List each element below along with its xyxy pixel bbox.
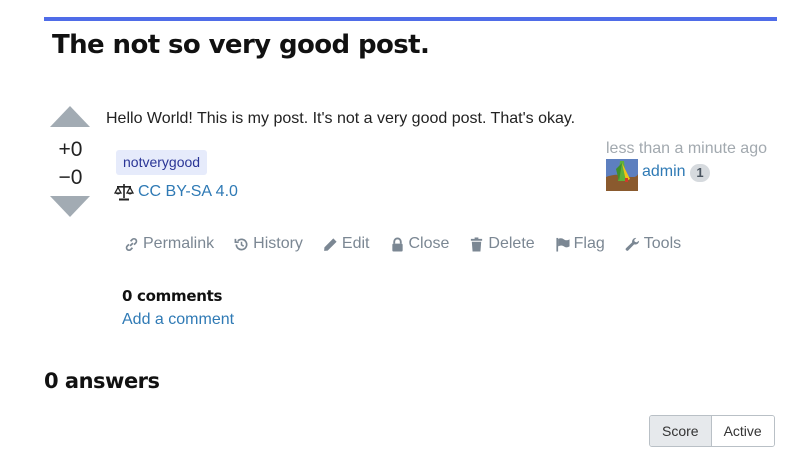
scale-balance-icon xyxy=(114,184,134,201)
license: CC BY-SA 4.0 xyxy=(114,183,238,201)
history-icon xyxy=(234,237,248,250)
edit-button[interactable]: Edit xyxy=(323,234,370,254)
post-body: Hello World! This is my post. It's not a… xyxy=(106,110,576,127)
title-accent-rule xyxy=(44,17,777,21)
reputation-badge: 1 xyxy=(690,164,710,182)
upvote-arrow-icon[interactable] xyxy=(50,106,90,127)
answer-sort-toggle: Score Active xyxy=(649,415,775,447)
add-comment-link[interactable]: Add a comment xyxy=(122,311,234,329)
answers-heading: 0 answers xyxy=(44,369,160,393)
sort-score-button[interactable]: Score xyxy=(650,416,712,446)
tools-button[interactable]: Tools xyxy=(625,234,681,254)
post-timestamp: less than a minute ago xyxy=(606,140,767,157)
permalink-label: Permalink xyxy=(143,235,215,252)
post-title: The not so very good post. xyxy=(52,30,430,60)
flag-label: Flag xyxy=(573,235,605,252)
author-name-link[interactable]: admin xyxy=(642,163,686,181)
link-icon xyxy=(125,237,138,251)
permalink-button[interactable]: Permalink xyxy=(124,234,214,254)
tag-notverygood[interactable]: notverygood xyxy=(116,150,208,175)
flag-button[interactable]: Flag xyxy=(555,234,605,254)
trash-icon xyxy=(471,236,483,252)
license-link[interactable]: CC BY-SA 4.0 xyxy=(138,183,238,201)
pencil-icon xyxy=(324,237,337,251)
post-tools: Permalink History Edit Close Delete Flag… xyxy=(124,234,701,254)
flag-icon xyxy=(556,237,570,252)
lock-icon xyxy=(391,237,403,252)
vote-column: +0 −0 xyxy=(50,106,91,217)
close-button[interactable]: Close xyxy=(390,234,450,254)
sort-active-button[interactable]: Active xyxy=(711,416,774,446)
avatar-image xyxy=(606,159,638,191)
delete-label: Delete xyxy=(488,235,535,252)
upvote-count: +0 xyxy=(58,138,83,161)
wrench-icon xyxy=(625,237,639,251)
tools-label: Tools xyxy=(643,235,682,252)
history-button[interactable]: History xyxy=(234,234,303,254)
downvote-arrow-icon[interactable] xyxy=(50,196,90,217)
edit-label: Edit xyxy=(341,235,370,252)
avatar[interactable] xyxy=(606,159,638,191)
comments-count: 0 comments xyxy=(122,287,223,305)
downvote-count: −0 xyxy=(58,166,83,189)
close-label: Close xyxy=(408,235,450,252)
delete-button[interactable]: Delete xyxy=(469,234,535,254)
history-label: History xyxy=(253,235,303,252)
